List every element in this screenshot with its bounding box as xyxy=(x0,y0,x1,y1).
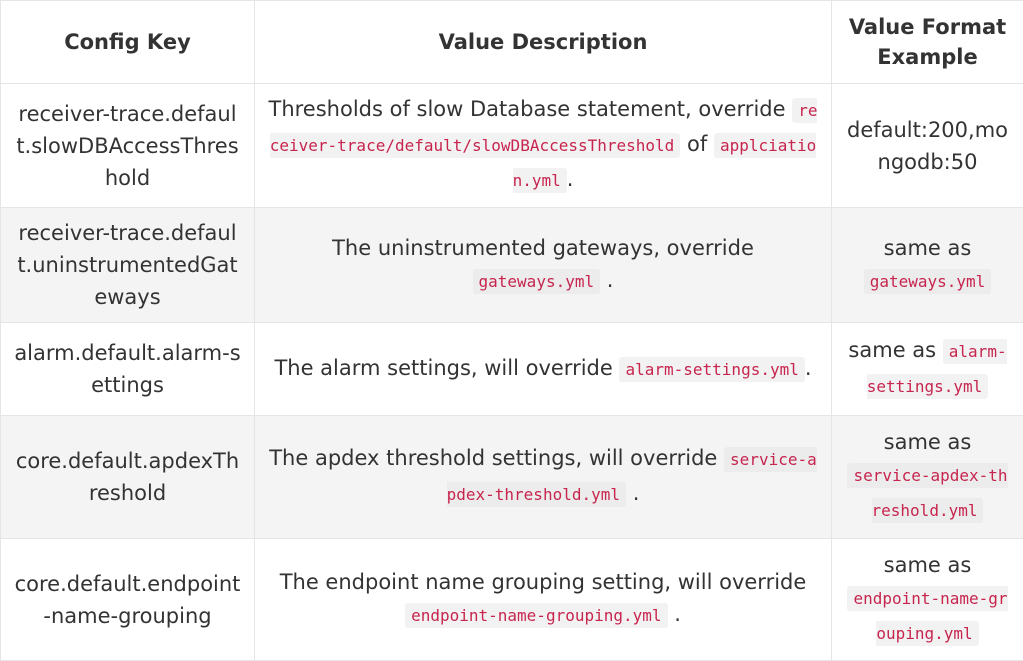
table-header: Config Key Value Description Value Forma… xyxy=(1,1,1023,84)
config-key-cell: receiver-trace.default.slowDBAccessThres… xyxy=(1,84,255,208)
table-row: alarm.default.alarm-settings The alarm s… xyxy=(1,323,1023,416)
config-file-code: gateways.yml xyxy=(473,269,601,294)
value-format-example-cell: same as alarm-settings.yml xyxy=(832,323,1023,416)
config-key-cell: core.default.apdexThreshold xyxy=(1,416,255,539)
value-format-example-cell: default:200,mongodb:50 xyxy=(832,84,1023,208)
value-format-example-cell: same as endpoint-name-grouping.yml xyxy=(832,539,1023,661)
description-text: The uninstrumented gateways, override xyxy=(332,236,754,260)
table-row: core.default.apdexThreshold The apdex th… xyxy=(1,416,1023,539)
header-row: Config Key Value Description Value Forma… xyxy=(1,1,1023,84)
table-body: receiver-trace.default.slowDBAccessThres… xyxy=(1,84,1023,661)
description-text: . xyxy=(607,268,614,292)
example-text: same as xyxy=(884,430,972,454)
value-description-cell: The endpoint name grouping setting, will… xyxy=(255,539,832,661)
description-text: The apdex threshold settings, will overr… xyxy=(269,446,717,470)
config-file-code: endpoint-name-grouping.yml xyxy=(847,586,1007,646)
description-text: The alarm settings, will override xyxy=(274,356,612,380)
value-description-cell: Thresholds of slow Database statement, o… xyxy=(255,84,832,208)
config-key-cell: alarm.default.alarm-settings xyxy=(1,323,255,416)
description-text: The endpoint name grouping setting, will… xyxy=(280,570,807,594)
value-description-cell: The apdex threshold settings, will overr… xyxy=(255,416,832,539)
example-text: same as xyxy=(884,236,972,260)
header-config-key: Config Key xyxy=(1,1,255,84)
example-text: same as xyxy=(848,338,936,362)
value-format-example-cell: same as service-apdex-threshold.yml xyxy=(832,416,1023,539)
example-text: same as xyxy=(884,553,972,577)
header-value-description: Value Description xyxy=(255,1,832,84)
header-value-format-example: Value Format Example xyxy=(832,1,1023,84)
config-table: Config Key Value Description Value Forma… xyxy=(0,0,1023,661)
config-file-code: gateways.yml xyxy=(864,269,992,294)
value-format-example-cell: same as gateways.yml xyxy=(832,208,1023,323)
config-key-cell: core.default.endpoint-name-grouping xyxy=(1,539,255,661)
value-description-cell: The alarm settings, will override alarm-… xyxy=(255,323,832,416)
description-text: of xyxy=(687,132,707,156)
config-file-code: alarm-settings.yml xyxy=(619,357,804,382)
table-row: receiver-trace.default.slowDBAccessThres… xyxy=(1,84,1023,208)
config-key-cell: receiver-trace.default.uninstrumentedGat… xyxy=(1,208,255,323)
description-text: . xyxy=(633,481,640,505)
value-description-cell: The uninstrumented gateways, override ga… xyxy=(255,208,832,323)
config-file-code: endpoint-name-grouping.yml xyxy=(405,603,667,628)
description-text: . xyxy=(805,356,812,380)
config-file-code: service-apdex-threshold.yml xyxy=(847,463,1007,523)
table-row: core.default.endpoint-name-grouping The … xyxy=(1,539,1023,661)
description-text: . xyxy=(674,602,681,626)
description-text: . xyxy=(567,167,574,191)
table-row: receiver-trace.default.uninstrumentedGat… xyxy=(1,208,1023,323)
description-text: Thresholds of slow Database statement, o… xyxy=(269,97,786,121)
